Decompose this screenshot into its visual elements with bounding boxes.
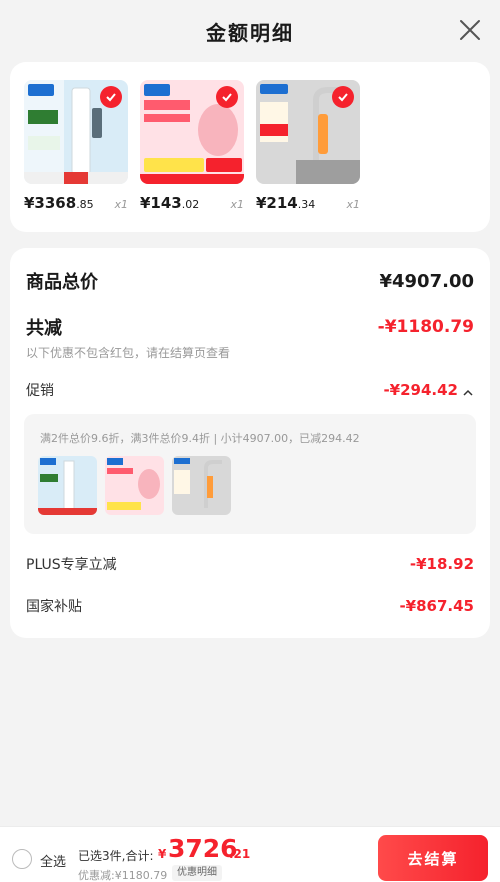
promo-product-thumb — [105, 456, 164, 515]
selected-count: 已选3件,合计: — [78, 849, 154, 863]
promo-product-thumb — [172, 456, 231, 515]
discount-summary: 优惠减:¥1180.79 — [78, 869, 168, 882]
total-decimal: .21 — [229, 847, 251, 861]
product-item[interactable]: ¥143.02 x1 — [140, 80, 244, 212]
promo-description: 满2件总价9.6折，满3件总价9.4折 | 小计4907.00，已减294.42 — [40, 432, 360, 445]
product-item[interactable]: ¥214.34 x1 — [256, 80, 360, 212]
checked-icon — [216, 86, 238, 108]
promo-value: -¥294.42 — [383, 381, 458, 399]
total-label: 商品总价 — [26, 272, 98, 293]
promo-product-thumb — [38, 456, 97, 515]
discount-row: 共减 -¥1180.79 — [26, 314, 474, 340]
amount-detail-card: 商品总价 ¥4907.00 共减 -¥1180.79 以下优惠不包含红包，请在结… — [10, 248, 490, 638]
total-amount: 3726 — [168, 834, 238, 863]
promo-label: 促销 — [26, 383, 54, 399]
plus-discount-row: PLUS专享立减 -¥18.92 — [26, 554, 474, 574]
total-value: ¥4907.00 — [379, 270, 474, 292]
promo-detail-box: 满2件总价9.6折，满3件总价9.4折 | 小计4907.00，已减294.42 — [24, 414, 476, 534]
close-icon[interactable] — [458, 18, 482, 42]
checked-icon — [332, 86, 354, 108]
product-quantity: x1 — [230, 198, 244, 211]
product-quantity: x1 — [114, 198, 128, 211]
product-image[interactable] — [256, 80, 360, 184]
discount-note: 以下优惠不包含红包，请在结算页查看 — [26, 346, 231, 360]
total-row: 商品总价 ¥4907.00 — [26, 268, 474, 294]
plus-value: -¥18.92 — [409, 555, 474, 573]
product-image[interactable] — [24, 80, 128, 184]
checked-icon — [100, 86, 122, 108]
product-item[interactable]: ¥3368.85 x1 — [24, 80, 128, 212]
discount-value: -¥1180.79 — [377, 317, 474, 337]
promo-row[interactable]: 促销 -¥294.42 — [26, 380, 474, 400]
product-card: ¥3368.85 x1 ¥143.02 x1 ¥214.34 x1 — [10, 62, 490, 232]
plus-label: PLUS专享立减 — [26, 557, 117, 573]
subsidy-value: -¥867.45 — [399, 597, 474, 615]
checkout-button[interactable]: 去结算 — [378, 835, 488, 881]
select-all-radio[interactable] — [12, 849, 32, 869]
product-image[interactable] — [140, 80, 244, 184]
product-price: ¥143.02 — [140, 194, 200, 212]
chevron-up-icon[interactable] — [462, 384, 474, 396]
subsidy-row: 国家补贴 -¥867.45 — [26, 596, 474, 616]
select-all-label[interactable]: 全选 — [40, 851, 66, 870]
product-price: ¥214.34 — [256, 194, 316, 212]
subsidy-label: 国家补贴 — [26, 599, 82, 615]
modal-header: 金额明细 — [0, 0, 500, 62]
total-currency: ¥ — [158, 847, 167, 861]
discount-label: 共减 — [26, 318, 62, 339]
modal-title: 金额明细 — [206, 20, 294, 45]
product-quantity: x1 — [346, 198, 360, 211]
product-price: ¥3368.85 — [24, 194, 94, 212]
discount-detail-button[interactable]: 优惠明细 — [172, 865, 222, 881]
checkout-bar: 全选 已选3件,合计: ¥ 3726 .21 优惠减:¥1180.79 优惠明细… — [0, 826, 500, 882]
